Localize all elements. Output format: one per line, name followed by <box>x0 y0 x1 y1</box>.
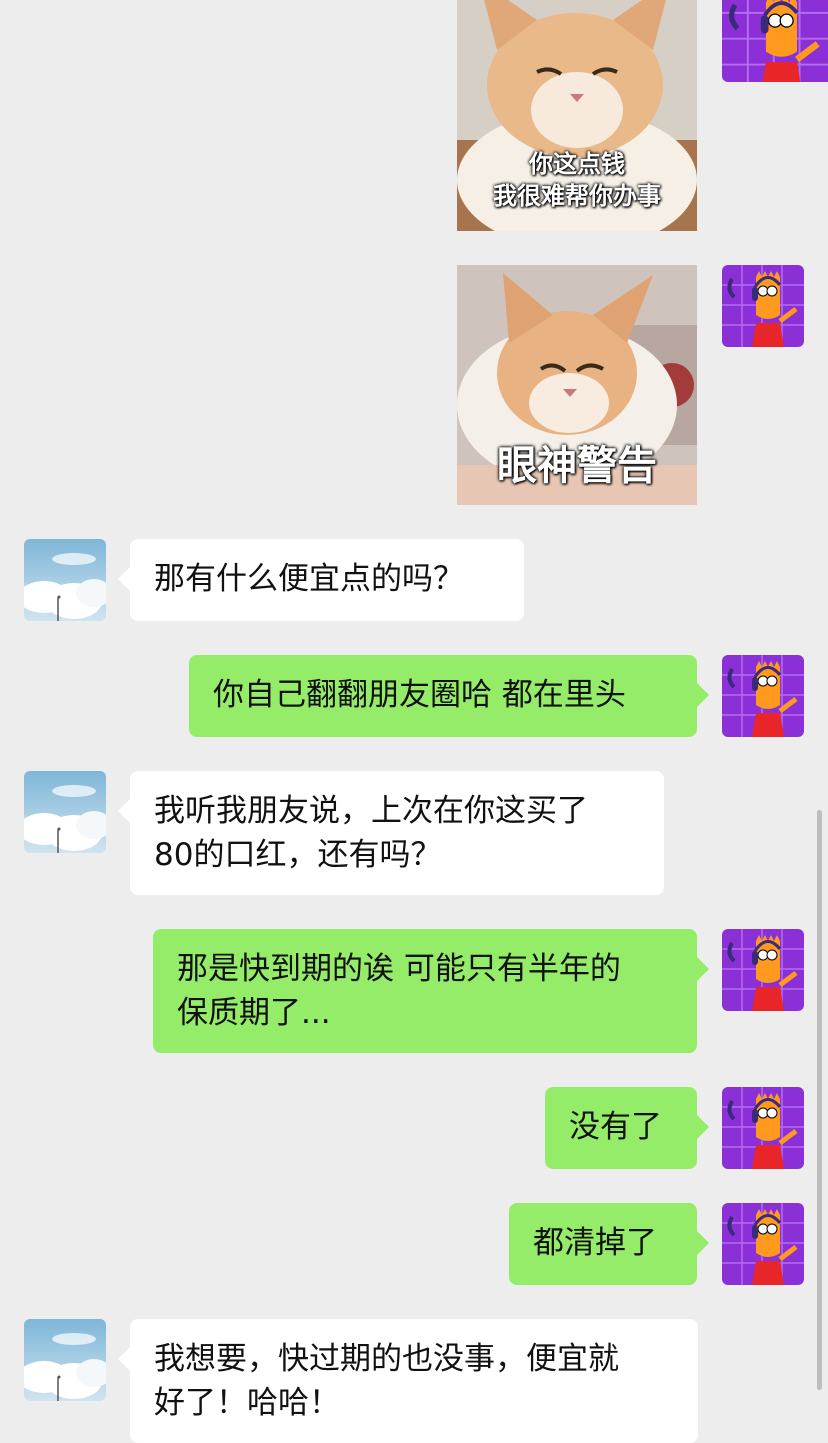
text-bubble[interactable]: 那有什么便宜点的吗？ <box>118 539 524 621</box>
other-avatar-icon[interactable] <box>24 1319 106 1401</box>
cat-sticker-image[interactable]: 你这点钱 我很难帮你办事 <box>457 0 697 231</box>
cat-sticker-image[interactable]: 眼神警告 <box>457 265 697 505</box>
self-avatar-icon[interactable] <box>722 1087 804 1169</box>
text-bubble[interactable]: 我听我朋友说，上次在你这买了 80的口红，还有吗？ <box>118 771 664 895</box>
text-bubble[interactable]: 都清掉了 <box>509 1203 709 1285</box>
other-avatar-icon[interactable] <box>24 771 106 853</box>
text-bubble[interactable]: 你自己翻翻朋友圈哈 都在里头 <box>189 655 709 737</box>
text-bubble[interactable]: 没有了 <box>545 1087 709 1169</box>
sticker-caption: 你这点钱 我很难帮你办事 <box>493 150 661 210</box>
text-bubble[interactable]: 那是快到期的诶 可能只有半年的 保质期了... <box>153 929 709 1053</box>
self-avatar-icon[interactable] <box>722 655 804 737</box>
text-bubble[interactable]: 我想要，快过期的也没事，便宜就 好了！哈哈！ <box>118 1319 698 1443</box>
other-avatar-icon[interactable] <box>24 539 106 621</box>
sticker-caption: 眼神警告 <box>497 443 657 489</box>
scrollbar[interactable] <box>817 810 822 1390</box>
self-avatar-icon[interactable] <box>722 0 828 82</box>
self-avatar-icon[interactable] <box>722 929 804 1011</box>
self-avatar-icon[interactable] <box>722 1203 804 1285</box>
self-avatar-icon[interactable] <box>722 265 804 347</box>
